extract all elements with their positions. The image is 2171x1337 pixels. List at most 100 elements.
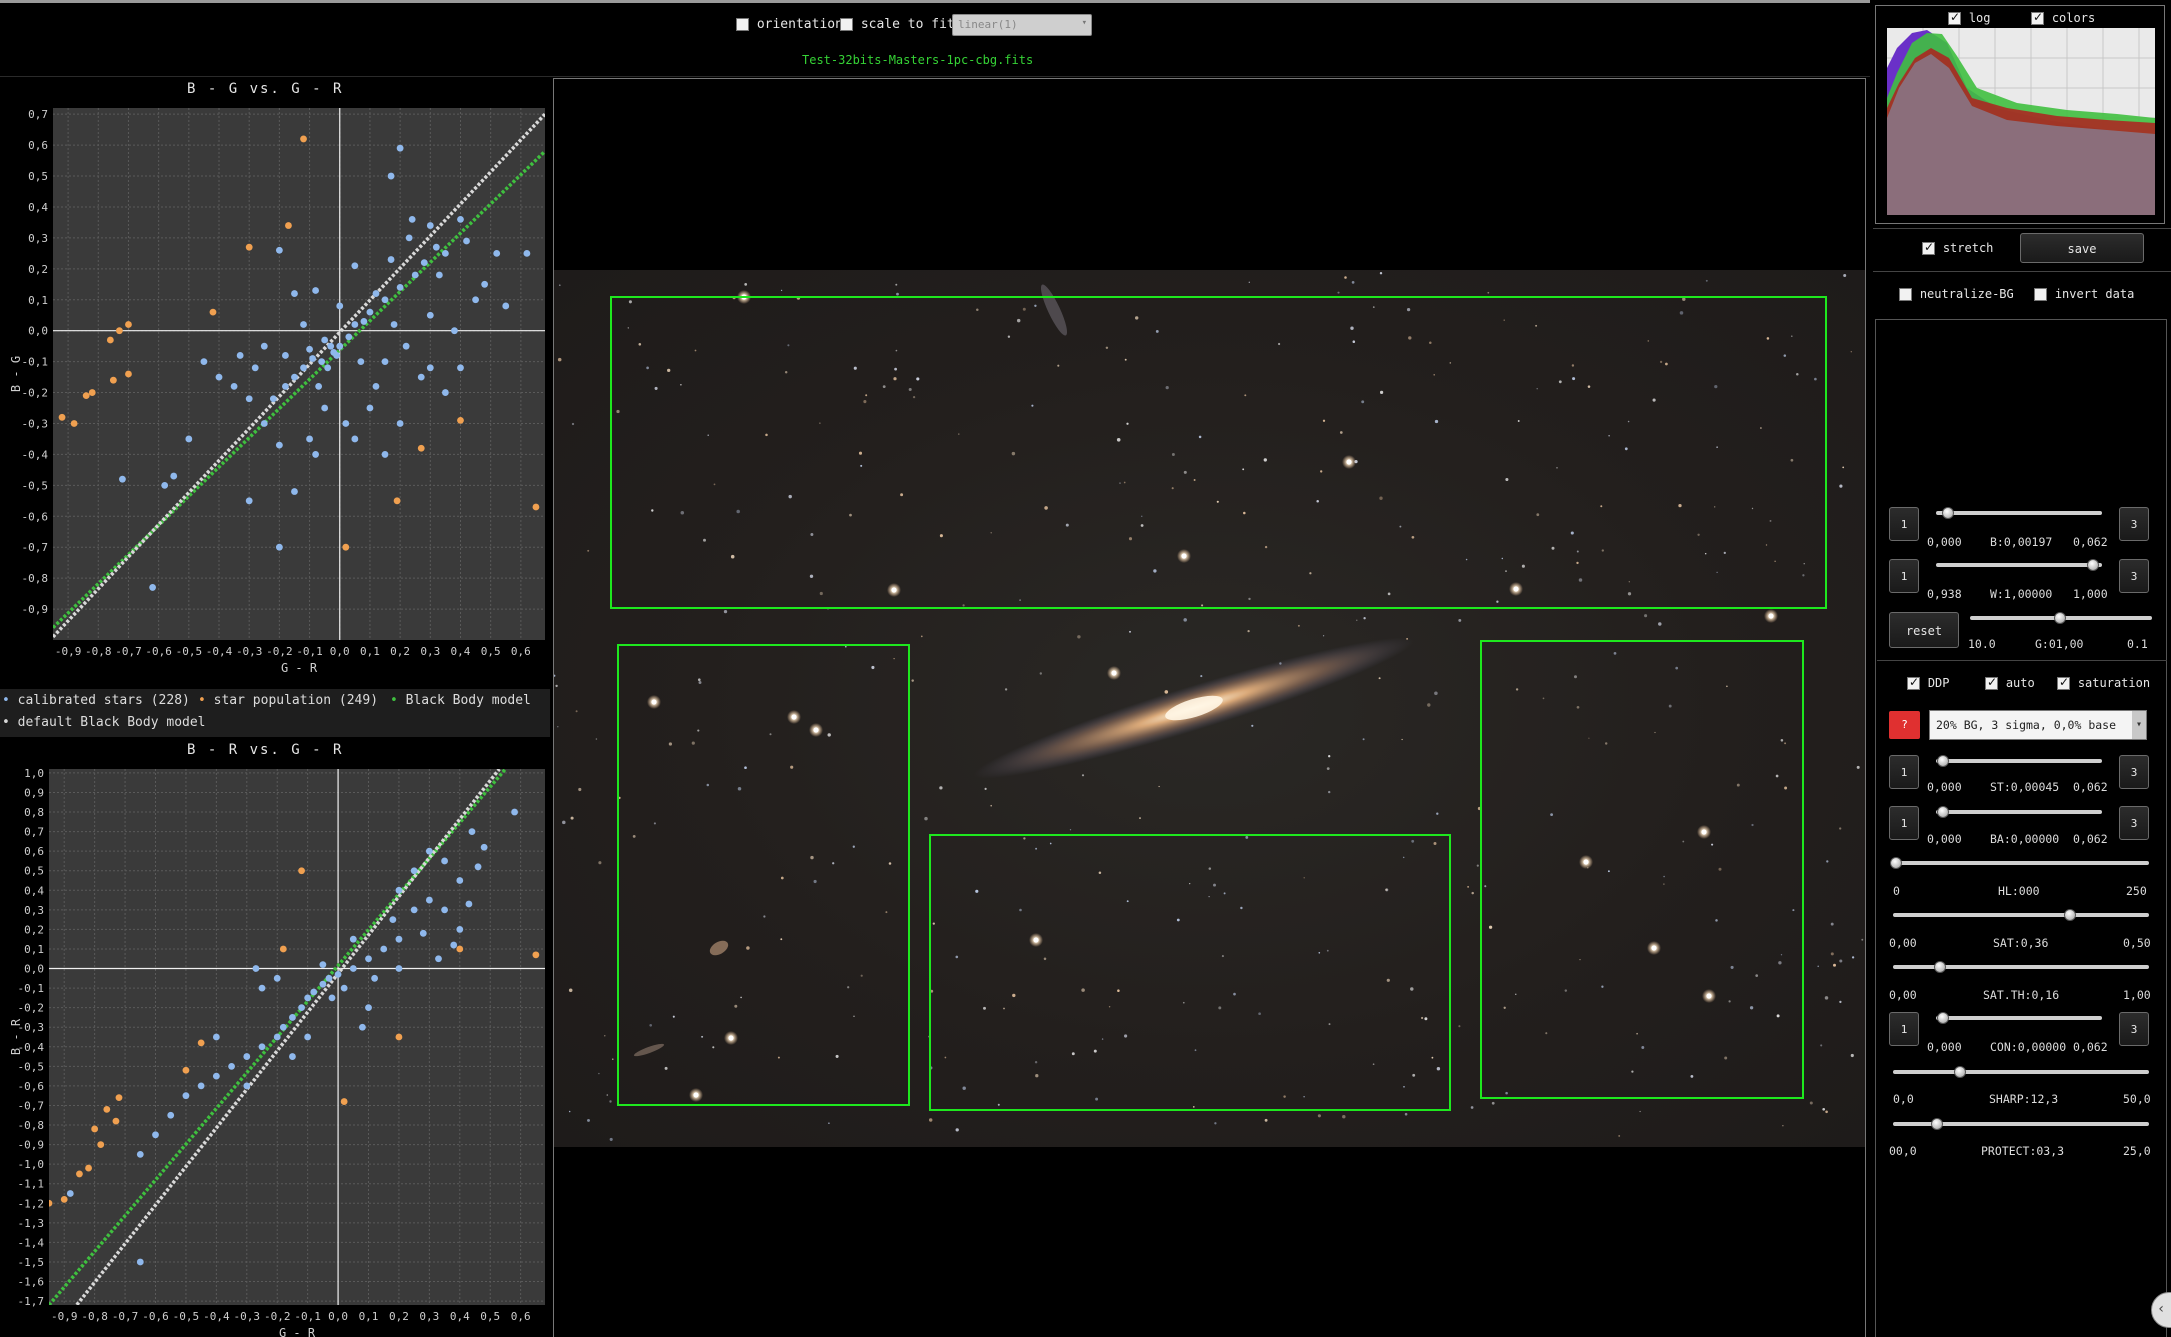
- plot1-population-point: [58, 413, 66, 421]
- neutralize-bg-checkbox[interactable]: [1899, 288, 1912, 301]
- b-increase-button[interactable]: 3: [2119, 507, 2149, 541]
- ddp-checkbox[interactable]: [1907, 675, 1920, 690]
- plot2-calibrated-point: [419, 929, 427, 937]
- star: [924, 816, 928, 821]
- top-toolbar: orientation scale to fit linear(1) ▾ Tes…: [0, 0, 1870, 76]
- reset-button[interactable]: reset: [1889, 612, 1959, 648]
- g-slider-knob[interactable]: [2054, 612, 2066, 624]
- w-min: 0,938: [1927, 587, 1962, 601]
- plot1-ytick-label: -0,6: [22, 510, 49, 523]
- orientation-toggle[interactable]: orientation: [736, 17, 843, 32]
- scale-to-fit-checkbox[interactable]: [840, 18, 853, 31]
- plot1-calibrated-point: [170, 472, 178, 480]
- plot2-ytick-label: -1,5: [18, 1256, 45, 1269]
- b-slider-knob[interactable]: [1942, 507, 1954, 519]
- log-toggle[interactable]: log: [1948, 10, 1991, 26]
- roi-rectangle-bottom[interactable]: [929, 834, 1451, 1111]
- scale-to-fit-toggle[interactable]: scale to fit: [840, 17, 955, 32]
- plot1-population-point: [300, 135, 307, 143]
- w-decrease-button[interactable]: 1: [1889, 559, 1919, 593]
- st-slider-knob[interactable]: [1937, 755, 1949, 767]
- st-decrease-button[interactable]: 1: [1889, 755, 1919, 789]
- plot2-calibrated-point: [334, 971, 342, 978]
- plot2-chart: -0,9 -0,8 -0,7 -0,6 -0,5 -0,4 -0,3 -0,2 -0,1 0,0 0…: [9, 767, 545, 1337]
- plot1-calibrated-point: [324, 364, 332, 372]
- hl-slider-knob[interactable]: [1890, 857, 1902, 869]
- sharp-slider-track[interactable]: [1893, 1070, 2149, 1074]
- star: [555, 684, 558, 688]
- astro-image[interactable]: [554, 270, 1865, 1147]
- con-min: 0,000: [1927, 1040, 1962, 1054]
- plot1-xtick-label: 0,4: [451, 645, 471, 658]
- plot1-calibrated-point: [336, 302, 344, 310]
- w-slider-knob[interactable]: [2087, 559, 2099, 571]
- plot1-calibrated-point: [441, 249, 449, 257]
- b-decrease-button[interactable]: 1: [1889, 507, 1919, 541]
- con-slider-knob[interactable]: [1937, 1012, 1949, 1024]
- invert-data-checkbox[interactable]: [2034, 288, 2047, 301]
- colors-checkbox[interactable]: [2031, 10, 2044, 25]
- ddp-toggle[interactable]: DDP: [1907, 675, 1950, 691]
- plot1-calibrated-point: [300, 321, 307, 328]
- stretch-toggle[interactable]: stretch: [1922, 240, 1993, 256]
- st-increase-button[interactable]: 3: [2119, 755, 2149, 789]
- stretch-checkbox[interactable]: [1922, 240, 1935, 255]
- plot1-calibrated-point: [315, 382, 323, 390]
- ba-decrease-button[interactable]: 1: [1889, 806, 1919, 840]
- star: [1378, 677, 1381, 680]
- star: [1247, 629, 1250, 633]
- plot2-calibrated-point: [243, 1082, 251, 1090]
- ba-slider-knob[interactable]: [1937, 806, 1949, 818]
- saturation-checkbox[interactable]: [2057, 675, 2070, 690]
- invert-data-toggle[interactable]: invert data: [2034, 287, 2134, 302]
- stretch-mode-select[interactable]: linear(1) ▾: [952, 14, 1092, 36]
- plot1-xtick-label: 0,0: [330, 645, 350, 658]
- hl-slider-track[interactable]: [1893, 861, 2149, 865]
- star: [1491, 1101, 1495, 1105]
- plot1-calibrated-point: [396, 144, 404, 152]
- roi-rectangle-top[interactable]: [610, 296, 1827, 609]
- plot1-calibrated-point: [390, 321, 398, 328]
- help-button[interactable]: ?: [1889, 711, 1920, 739]
- preset-value: 20% BG, 3 sigma, 0,0% base: [1936, 718, 2117, 732]
- plot2-calibrated-point: [468, 828, 476, 835]
- roi-rectangle-right[interactable]: [1480, 640, 1804, 1099]
- plot2-population-point: [298, 867, 305, 875]
- save-button[interactable]: save: [2020, 233, 2144, 263]
- satth-slider-knob[interactable]: [1934, 961, 1946, 973]
- st-slider-track[interactable]: [1936, 759, 2102, 763]
- plot1-calibrated-point: [408, 215, 416, 223]
- b-slider-track[interactable]: [1936, 511, 2102, 515]
- right-control-panel: log colors stretch save neutralize-BG in…: [1873, 0, 2171, 1337]
- protect-slider-knob[interactable]: [1931, 1118, 1943, 1130]
- satth-slider-track[interactable]: [1893, 965, 2149, 969]
- log-checkbox[interactable]: [1948, 10, 1961, 25]
- roi-rectangle-left[interactable]: [617, 644, 910, 1106]
- b-value: B:0,00197: [1990, 535, 2053, 549]
- star: [557, 357, 562, 362]
- star: [568, 988, 573, 993]
- colors-toggle[interactable]: colors: [2031, 10, 2095, 26]
- auto-toggle[interactable]: auto: [1985, 675, 2035, 691]
- star: [1344, 276, 1347, 279]
- ba-slider-track[interactable]: [1936, 810, 2102, 814]
- star: [1356, 619, 1358, 621]
- sharp-slider-knob[interactable]: [1954, 1066, 1966, 1078]
- w-increase-button[interactable]: 3: [2119, 559, 2149, 593]
- preset-select[interactable]: 20% BG, 3 sigma, 0,0% base ▾: [1929, 710, 2147, 740]
- orientation-checkbox[interactable]: [736, 18, 749, 31]
- plot2-calibrated-point: [441, 857, 448, 865]
- ba-increase-button[interactable]: 3: [2119, 806, 2149, 840]
- sat-slider-track[interactable]: [1893, 913, 2149, 917]
- con-slider-track[interactable]: [1936, 1016, 2102, 1020]
- sat-slider-knob[interactable]: [2064, 909, 2076, 921]
- con-increase-button[interactable]: 3: [2119, 1012, 2149, 1046]
- neutralize-bg-toggle[interactable]: neutralize-BG: [1899, 287, 2014, 302]
- star: [568, 1110, 571, 1113]
- saturation-toggle[interactable]: saturation: [2057, 675, 2150, 691]
- w-slider-track[interactable]: [1936, 563, 2102, 567]
- con-decrease-button[interactable]: 1: [1889, 1012, 1919, 1046]
- star: [780, 289, 783, 292]
- star: [1476, 864, 1479, 867]
- auto-checkbox[interactable]: [1985, 675, 1998, 690]
